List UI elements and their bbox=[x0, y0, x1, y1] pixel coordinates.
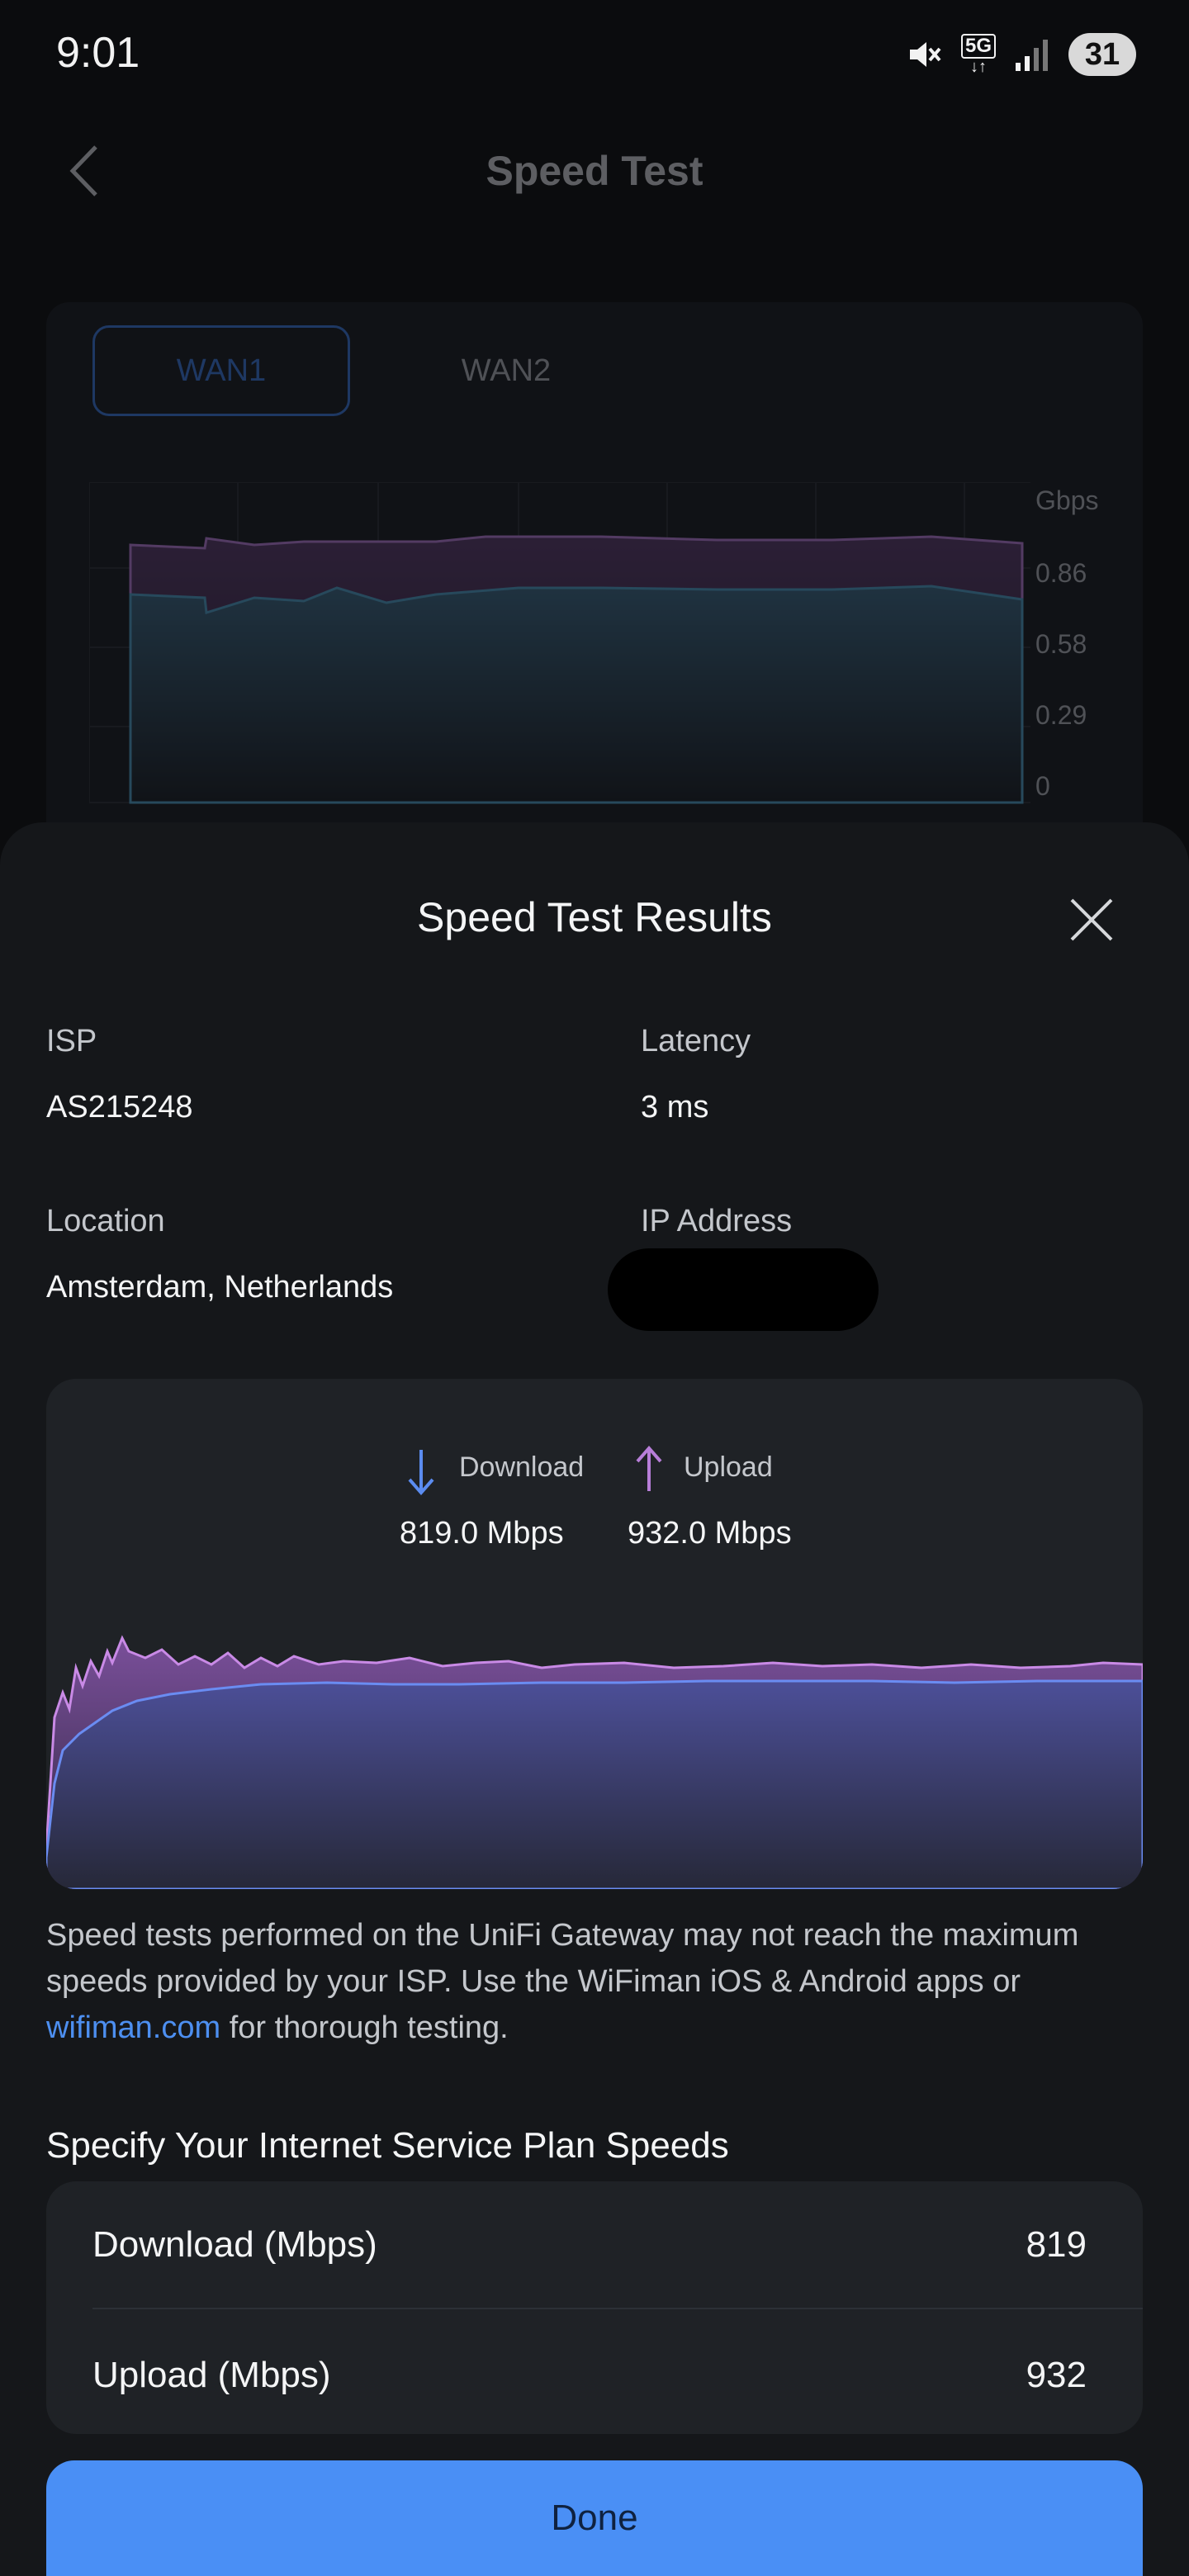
y-tick: 0.29 bbox=[1035, 700, 1087, 730]
isp-value: AS215248 bbox=[46, 1090, 193, 1125]
y-tick: 0.58 bbox=[1035, 629, 1087, 659]
plan-speeds-title: Specify Your Internet Service Plan Speed… bbox=[46, 2125, 729, 2166]
result-chart-card: Download Upload 819.0 Mbps 932.0 Mbps bbox=[46, 1379, 1143, 1889]
latency-value: 3 ms bbox=[641, 1090, 709, 1125]
y-axis-unit: Gbps bbox=[1035, 485, 1099, 515]
sheet-title: Speed Test Results bbox=[417, 894, 772, 940]
download-value: 819.0 Mbps bbox=[400, 1516, 564, 1551]
y-tick: 0 bbox=[1035, 771, 1050, 801]
disclaimer-text: Speed tests performed on the UniFi Gatew… bbox=[46, 1918, 1079, 2045]
plan-upload-input[interactable]: 932 bbox=[1026, 2355, 1087, 2396]
tab-wan1[interactable]: WAN1 bbox=[92, 325, 350, 416]
download-legend-label: Download bbox=[459, 1451, 585, 1483]
isp-label: ISP bbox=[46, 1024, 97, 1058]
done-button[interactable]: Done bbox=[46, 2460, 1143, 2576]
page-title: Speed Test bbox=[486, 148, 703, 194]
wan-history-chart bbox=[89, 482, 1030, 804]
latency-label: Latency bbox=[641, 1024, 751, 1058]
ip-address-redacted bbox=[608, 1248, 879, 1331]
network-5g-icon: 5G ↓↑ bbox=[960, 34, 996, 75]
location-value: Amsterdam, Netherlands bbox=[46, 1270, 394, 1305]
upload-value: 932.0 Mbps bbox=[628, 1516, 792, 1551]
download-arrow-icon bbox=[408, 1450, 434, 1496]
mute-icon bbox=[909, 42, 941, 67]
status-icons: 5G ↓↑ 31 bbox=[905, 33, 1136, 76]
status-time: 9:01 bbox=[56, 29, 140, 77]
divider bbox=[92, 2308, 1143, 2309]
battery-icon: 31 bbox=[1068, 33, 1136, 76]
plan-download-input[interactable]: 819 bbox=[1026, 2224, 1087, 2266]
plan-download-label: Download (Mbps) bbox=[92, 2224, 377, 2265]
upload-arrow-icon bbox=[636, 1445, 662, 1491]
speed-result-chart bbox=[46, 1635, 1143, 1889]
upload-legend-label: Upload bbox=[684, 1451, 773, 1483]
signal-icon bbox=[1016, 40, 1048, 71]
ip-address-label: IP Address bbox=[641, 1204, 793, 1238]
close-icon[interactable] bbox=[1067, 895, 1116, 945]
tab-wan2[interactable]: WAN2 bbox=[372, 325, 641, 416]
wifiman-link[interactable]: wifiman.com bbox=[46, 2010, 220, 2045]
location-label: Location bbox=[46, 1204, 165, 1238]
y-tick: 0.86 bbox=[1035, 558, 1087, 588]
plan-upload-label: Upload (Mbps) bbox=[92, 2355, 331, 2395]
